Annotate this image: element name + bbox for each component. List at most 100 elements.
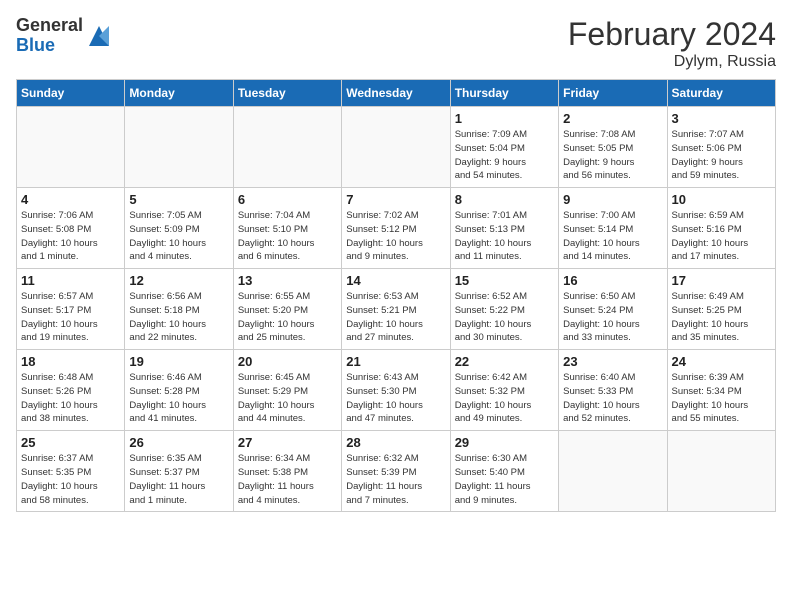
calendar-cell: 17 Sunrise: 6:49 AMSunset: 5:25 PMDayligh… [667, 269, 775, 350]
page-header: General Blue February 2024 Dylym, Russia [16, 16, 776, 71]
day-info: Sunrise: 6:57 AMSunset: 5:17 PMDaylight:… [21, 290, 120, 345]
day-info: Sunrise: 6:30 AMSunset: 5:40 PMDaylight:… [455, 452, 554, 507]
day-info: Sunrise: 6:53 AMSunset: 5:21 PMDaylight:… [346, 290, 445, 345]
day-info: Sunrise: 6:43 AMSunset: 5:30 PMDaylight:… [346, 371, 445, 426]
calendar-cell: 19 Sunrise: 6:46 AMSunset: 5:28 PMDayligh… [125, 350, 233, 431]
calendar-cell [559, 431, 667, 512]
calendar-cell: 26 Sunrise: 6:35 AMSunset: 5:37 PMDayligh… [125, 431, 233, 512]
day-info: Sunrise: 7:07 AMSunset: 5:06 PMDaylight:… [672, 128, 771, 183]
calendar-week-4: 25 Sunrise: 6:37 AMSunset: 5:35 PMDayligh… [17, 431, 776, 512]
calendar-cell: 23 Sunrise: 6:40 AMSunset: 5:33 PMDayligh… [559, 350, 667, 431]
calendar-cell: 10Sunrise: 6:59 AMSunset: 5:16 PMDayligh… [667, 188, 775, 269]
calendar-week-2: 11Sunrise: 6:57 AMSunset: 5:17 PMDayligh… [17, 269, 776, 350]
day-info: Sunrise: 7:08 AMSunset: 5:05 PMDaylight:… [563, 128, 662, 183]
calendar-cell: 16Sunrise: 6:50 AMSunset: 5:24 PMDayligh… [559, 269, 667, 350]
calendar-week-3: 18 Sunrise: 6:48 AMSunset: 5:26 PMDayligh… [17, 350, 776, 431]
calendar-table: SundayMondayTuesdayWednesdayThursdayFrid… [16, 79, 776, 512]
day-number: 18 [21, 354, 120, 369]
calendar-cell: 24 Sunrise: 6:39 AMSunset: 5:34 PMDayligh… [667, 350, 775, 431]
day-info: Sunrise: 6:42 AMSunset: 5:32 PMDaylight:… [455, 371, 554, 426]
day-info: Sunrise: 6:45 AMSunset: 5:29 PMDaylight:… [238, 371, 337, 426]
day-number: 17 [672, 273, 771, 288]
day-number: 28 [346, 435, 445, 450]
weekday-header-monday: Monday [125, 80, 233, 107]
day-info: Sunrise: 7:02 AMSunset: 5:12 PMDaylight:… [346, 209, 445, 264]
day-number: 4 [21, 192, 120, 207]
logo: General Blue [16, 16, 113, 56]
calendar-cell: 27 Sunrise: 6:34 AMSunset: 5:38 PMDayligh… [233, 431, 341, 512]
calendar-header: SundayMondayTuesdayWednesdayThursdayFrid… [17, 80, 776, 107]
day-info: Sunrise: 7:05 AMSunset: 5:09 PMDaylight:… [129, 209, 228, 264]
day-info: Sunrise: 6:35 AMSunset: 5:37 PMDaylight:… [129, 452, 228, 507]
day-info: Sunrise: 6:55 AMSunset: 5:20 PMDaylight:… [238, 290, 337, 345]
day-number: 7 [346, 192, 445, 207]
calendar-cell [17, 107, 125, 188]
day-info: Sunrise: 7:00 AMSunset: 5:14 PMDaylight:… [563, 209, 662, 264]
day-info: Sunrise: 6:40 AMSunset: 5:33 PMDaylight:… [563, 371, 662, 426]
location: Dylym, Russia [568, 53, 776, 71]
day-number: 22 [455, 354, 554, 369]
month-year: February 2024 [568, 16, 776, 53]
day-number: 5 [129, 192, 228, 207]
calendar-cell: 6Sunrise: 7:04 AMSunset: 5:10 PMDaylight… [233, 188, 341, 269]
day-info: Sunrise: 7:09 AMSunset: 5:04 PMDaylight:… [455, 128, 554, 183]
day-info: Sunrise: 6:49 AMSunset: 5:25 PMDaylight:… [672, 290, 771, 345]
day-number: 8 [455, 192, 554, 207]
day-info: Sunrise: 6:34 AMSunset: 5:38 PMDaylight:… [238, 452, 337, 507]
day-info: Sunrise: 6:32 AMSunset: 5:39 PMDaylight:… [346, 452, 445, 507]
day-number: 25 [21, 435, 120, 450]
calendar-cell: 7 Sunrise: 7:02 AMSunset: 5:12 PMDaylight… [342, 188, 450, 269]
calendar-cell [233, 107, 341, 188]
day-number: 29 [455, 435, 554, 450]
calendar-cell: 22 Sunrise: 6:42 AMSunset: 5:32 PMDayligh… [450, 350, 558, 431]
day-number: 12 [129, 273, 228, 288]
weekday-header-thursday: Thursday [450, 80, 558, 107]
day-number: 2 [563, 111, 662, 126]
day-info: Sunrise: 6:37 AMSunset: 5:35 PMDaylight:… [21, 452, 120, 507]
calendar-cell: 5 Sunrise: 7:05 AMSunset: 5:09 PMDaylight… [125, 188, 233, 269]
calendar-week-1: 4 Sunrise: 7:06 AMSunset: 5:08 PMDaylight… [17, 188, 776, 269]
day-number: 13 [238, 273, 337, 288]
calendar-cell: 1 Sunrise: 7:09 AMSunset: 5:04 PMDaylight… [450, 107, 558, 188]
day-info: Sunrise: 6:39 AMSunset: 5:34 PMDaylight:… [672, 371, 771, 426]
day-number: 15 [455, 273, 554, 288]
calendar-week-0: 1 Sunrise: 7:09 AMSunset: 5:04 PMDaylight… [17, 107, 776, 188]
day-number: 24 [672, 354, 771, 369]
calendar-cell: 3 Sunrise: 7:07 AMSunset: 5:06 PMDaylight… [667, 107, 775, 188]
day-number: 27 [238, 435, 337, 450]
calendar-cell: 14Sunrise: 6:53 AMSunset: 5:21 PMDayligh… [342, 269, 450, 350]
calendar-cell: 18 Sunrise: 6:48 AMSunset: 5:26 PMDayligh… [17, 350, 125, 431]
calendar-cell: 20Sunrise: 6:45 AMSunset: 5:29 PMDayligh… [233, 350, 341, 431]
calendar-cell: 15 Sunrise: 6:52 AMSunset: 5:22 PMDayligh… [450, 269, 558, 350]
calendar-cell: 28 Sunrise: 6:32 AMSunset: 5:39 PMDayligh… [342, 431, 450, 512]
day-info: Sunrise: 6:46 AMSunset: 5:28 PMDaylight:… [129, 371, 228, 426]
calendar-cell: 21 Sunrise: 6:43 AMSunset: 5:30 PMDayligh… [342, 350, 450, 431]
day-info: Sunrise: 6:48 AMSunset: 5:26 PMDaylight:… [21, 371, 120, 426]
weekday-header-saturday: Saturday [667, 80, 775, 107]
day-number: 21 [346, 354, 445, 369]
day-info: Sunrise: 6:52 AMSunset: 5:22 PMDaylight:… [455, 290, 554, 345]
calendar-body: 1 Sunrise: 7:09 AMSunset: 5:04 PMDaylight… [17, 107, 776, 512]
day-number: 23 [563, 354, 662, 369]
day-info: Sunrise: 6:56 AMSunset: 5:18 PMDaylight:… [129, 290, 228, 345]
title-block: February 2024 Dylym, Russia [568, 16, 776, 71]
day-number: 3 [672, 111, 771, 126]
calendar-cell: 9Sunrise: 7:00 AMSunset: 5:14 PMDaylight… [559, 188, 667, 269]
day-number: 1 [455, 111, 554, 126]
weekday-header-tuesday: Tuesday [233, 80, 341, 107]
day-number: 26 [129, 435, 228, 450]
calendar-cell: 8Sunrise: 7:01 AMSunset: 5:13 PMDaylight… [450, 188, 558, 269]
calendar-cell: 12 Sunrise: 6:56 AMSunset: 5:18 PMDayligh… [125, 269, 233, 350]
weekday-header-sunday: Sunday [17, 80, 125, 107]
calendar-cell: 4 Sunrise: 7:06 AMSunset: 5:08 PMDaylight… [17, 188, 125, 269]
day-number: 19 [129, 354, 228, 369]
day-info: Sunrise: 7:06 AMSunset: 5:08 PMDaylight:… [21, 209, 120, 264]
logo-general: General [16, 16, 83, 36]
weekday-header-friday: Friday [559, 80, 667, 107]
weekday-header-wednesday: Wednesday [342, 80, 450, 107]
calendar-cell: 11Sunrise: 6:57 AMSunset: 5:17 PMDayligh… [17, 269, 125, 350]
calendar-cell: 25 Sunrise: 6:37 AMSunset: 5:35 PMDayligh… [17, 431, 125, 512]
day-info: Sunrise: 6:50 AMSunset: 5:24 PMDaylight:… [563, 290, 662, 345]
calendar-cell [667, 431, 775, 512]
logo-icon [85, 22, 113, 50]
